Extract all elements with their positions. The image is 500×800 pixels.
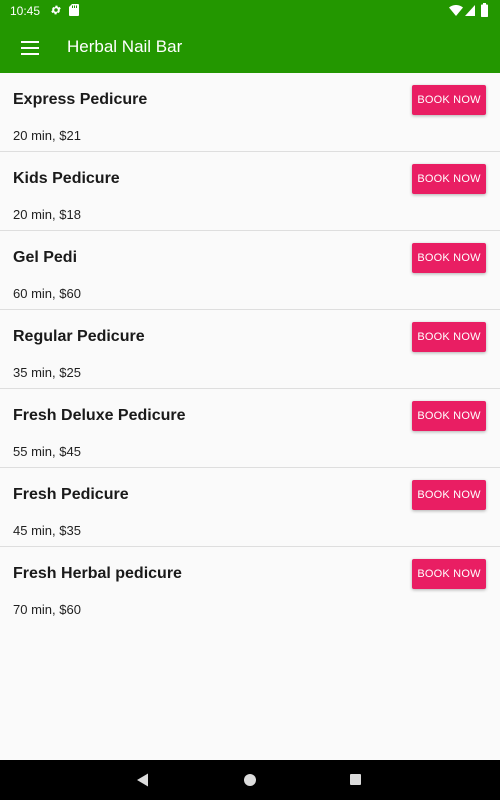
app-title: Herbal Nail Bar [67, 37, 183, 56]
status-time: 10:45 [10, 4, 41, 18]
service-item: Kids Pedicure BOOK NOW 20 min, $18 [0, 152, 500, 231]
book-now-button[interactable]: BOOK NOW [412, 559, 486, 589]
service-name: Express Pedicure [13, 91, 148, 108]
service-details: 70 min, $60 [13, 602, 81, 617]
settings-gear-icon [51, 5, 61, 15]
service-details: 55 min, $45 [13, 444, 81, 459]
recents-icon[interactable] [350, 774, 361, 785]
app-bar: Herbal Nail Bar [0, 24, 500, 73]
book-now-button[interactable]: BOOK NOW [412, 243, 486, 273]
home-icon[interactable] [244, 774, 256, 786]
wifi-icon [449, 5, 463, 16]
service-name: Fresh Deluxe Pedicure [13, 407, 186, 424]
book-now-button[interactable]: BOOK NOW [412, 480, 486, 510]
service-item: Fresh Herbal pedicure BOOK NOW 70 min, $… [0, 547, 500, 625]
book-now-button[interactable]: BOOK NOW [412, 164, 486, 194]
service-list: Express Pedicure BOOK NOW 20 min, $21 Ki… [0, 73, 500, 625]
service-name: Fresh Pedicure [13, 486, 129, 503]
service-name: Kids Pedicure [13, 170, 120, 187]
sd-card-icon [69, 4, 79, 16]
service-item: Express Pedicure BOOK NOW 20 min, $21 [0, 73, 500, 152]
book-now-button[interactable]: BOOK NOW [412, 322, 486, 352]
app-screen: 10:45 Herbal Nail Bar Express Pedicure B… [0, 0, 500, 800]
service-item: Regular Pedicure BOOK NOW 35 min, $25 [0, 310, 500, 389]
cell-signal-icon [465, 5, 475, 16]
service-item: Fresh Deluxe Pedicure BOOK NOW 55 min, $… [0, 389, 500, 468]
service-details: 45 min, $35 [13, 523, 81, 538]
service-name: Regular Pedicure [13, 328, 145, 345]
book-now-button[interactable]: BOOK NOW [412, 85, 486, 115]
service-details: 20 min, $18 [13, 207, 81, 222]
battery-icon [481, 3, 488, 17]
book-now-button[interactable]: BOOK NOW [412, 401, 486, 431]
system-nav-bar [0, 760, 500, 800]
service-item: Fresh Pedicure BOOK NOW 45 min, $35 [0, 468, 500, 547]
service-details: 60 min, $60 [13, 286, 81, 301]
service-name: Fresh Herbal pedicure [13, 565, 182, 582]
service-item: Gel Pedi BOOK NOW 60 min, $60 [0, 231, 500, 310]
service-details: 35 min, $25 [13, 365, 81, 380]
service-details: 20 min, $21 [13, 128, 81, 143]
hamburger-menu-icon[interactable] [18, 38, 42, 58]
status-bar: 10:45 [0, 0, 500, 24]
back-icon[interactable] [136, 773, 150, 787]
service-name: Gel Pedi [13, 249, 78, 266]
